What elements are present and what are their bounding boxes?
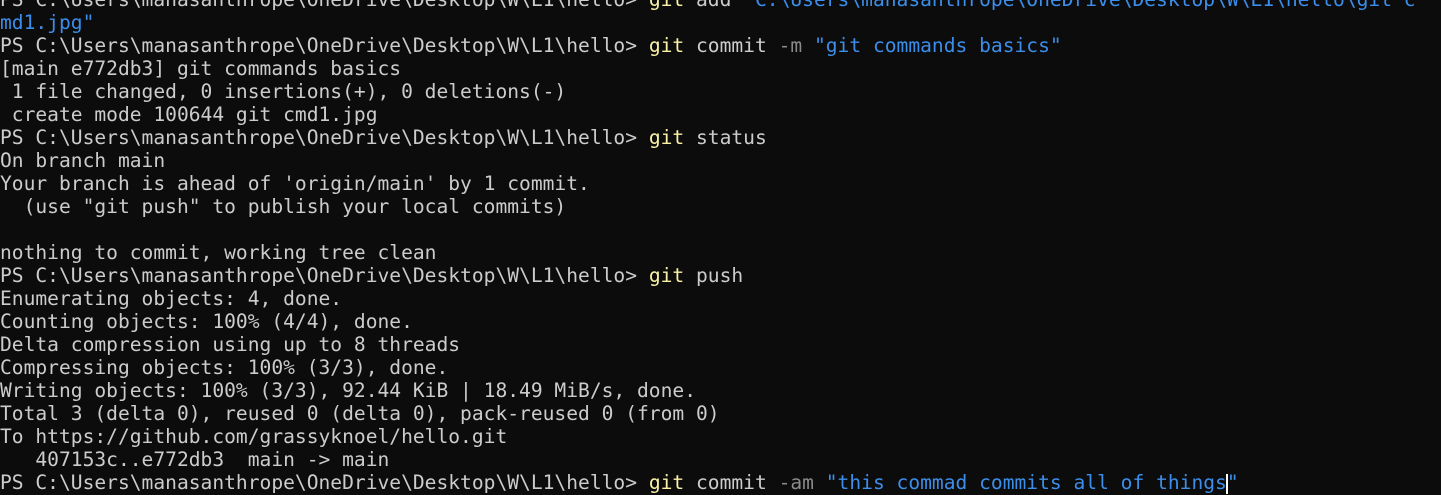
terminal-line: PS C:\Users\manasanthrope\OneDrive\Deskt… — [0, 0, 1441, 11]
output-text: Writing objects: 100% (3/3), 92.44 KiB |… — [0, 379, 696, 402]
output-text: On branch main — [0, 149, 166, 172]
string-argument: md1.jpg" — [0, 11, 95, 34]
output-text: Delta compression using up to 8 threads — [0, 333, 461, 356]
string-argument: " — [1226, 471, 1239, 494]
output-text: Compressing objects: 100% (3/3), done. — [0, 356, 449, 379]
output-text: 407153c..e772db3 main -> main — [0, 448, 390, 471]
prompt-text: PS C:\Users\manasanthrope\OneDrive\Deskt… — [0, 471, 649, 494]
prompt-text: PS C:\Users\manasanthrope\OneDrive\Deskt… — [0, 264, 649, 287]
terminal-line: PS C:\Users\manasanthrope\OneDrive\Deskt… — [0, 264, 1441, 287]
command-name: git — [648, 126, 685, 149]
terminal-line: Delta compression using up to 8 threads — [0, 333, 1441, 356]
command-name: git — [648, 34, 685, 57]
command-name: git — [648, 471, 685, 494]
string-argument: "C:\Users\manasanthrope\OneDrive\Desktop… — [731, 0, 1415, 11]
output-text: status — [684, 126, 767, 149]
prompt-text: PS C:\Users\manasanthrope\OneDrive\Deskt… — [0, 126, 649, 149]
terminal-line: Counting objects: 100% (4/4), done. — [0, 310, 1441, 333]
output-text: [main e772db3] git commands basics — [0, 57, 402, 80]
output-text: commit — [684, 34, 779, 57]
command-parameter: -m — [778, 34, 803, 57]
terminal-line: Enumerating objects: 4, done. — [0, 287, 1441, 310]
output-text: commit — [684, 471, 779, 494]
terminal-line: Writing objects: 100% (3/3), 92.44 KiB |… — [0, 379, 1441, 402]
output-text: add — [696, 0, 731, 11]
output-text: push — [684, 264, 744, 287]
output-text: Counting objects: 100% (4/4), done. — [0, 310, 413, 333]
output-text: Your branch is ahead of 'origin/main' by… — [0, 172, 590, 195]
terminal-line: nothing to commit, working tree clean — [0, 241, 1441, 264]
terminal-output[interactable]: PS C:\Users\manasanthrope\OneDrive\Deskt… — [0, 0, 1441, 495]
terminal-line: 407153c..e772db3 main -> main — [0, 448, 1441, 471]
terminal-line: Your branch is ahead of 'origin/main' by… — [0, 172, 1441, 195]
output-text: To https://github.com/grassyknoel/hello.… — [0, 425, 508, 448]
terminal-line: PS C:\Users\manasanthrope\OneDrive\Deskt… — [0, 34, 1441, 57]
prompt-text: PS C:\Users\manasanthrope\OneDrive\Deskt… — [0, 34, 649, 57]
terminal-line: (use "git push" to publish your local co… — [0, 195, 1441, 218]
output-text: create mode 100644 git cmd1.jpg — [0, 103, 378, 126]
output-text: (use "git push" to publish your local co… — [0, 195, 567, 218]
command-name: git — [649, 0, 684, 11]
terminal-line: PS C:\Users\manasanthrope\OneDrive\Deskt… — [0, 471, 1441, 494]
output-text: 1 file changed, 0 insertions(+), 0 delet… — [0, 80, 567, 103]
terminal-line: PS C:\Users\manasanthrope\OneDrive\Deskt… — [0, 126, 1441, 149]
terminal-line: On branch main — [0, 149, 1441, 172]
terminal-line: To https://github.com/grassyknoel/hello.… — [0, 425, 1441, 448]
output-text: nothing to commit, working tree clean — [0, 241, 437, 264]
command-parameter: -am — [778, 471, 814, 494]
terminal-line: Compressing objects: 100% (3/3), done. — [0, 356, 1441, 379]
string-argument: "git commands basics" — [813, 34, 1062, 57]
terminal-line: md1.jpg" — [0, 11, 1441, 34]
prompt-text: PS C:\Users\manasanthrope\OneDrive\Deskt… — [0, 0, 649, 11]
terminal-line: 1 file changed, 0 insertions(+), 0 delet… — [0, 80, 1441, 103]
output-text: Enumerating objects: 4, done. — [0, 287, 343, 310]
terminal-line: [main e772db3] git commands basics — [0, 57, 1441, 80]
terminal-line: Total 3 (delta 0), reused 0 (delta 0), p… — [0, 402, 1441, 425]
terminal-line: create mode 100644 git cmd1.jpg — [0, 103, 1441, 126]
string-argument: "this commad commits all of things — [825, 471, 1227, 494]
output-text: Total 3 (delta 0), reused 0 (delta 0), p… — [0, 402, 720, 425]
command-name: git — [648, 264, 685, 287]
